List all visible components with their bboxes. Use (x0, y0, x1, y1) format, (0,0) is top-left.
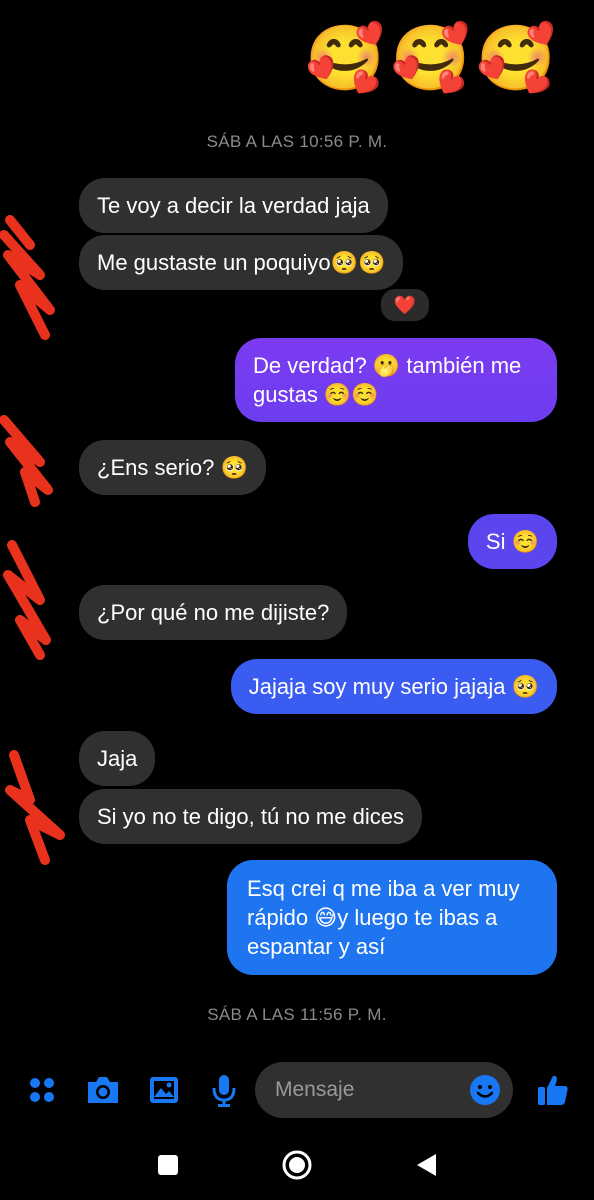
gallery-icon[interactable] (146, 1062, 182, 1118)
outgoing-message[interactable]: De verdad? 🫢 también me gustas ☺️☺️ (235, 338, 557, 422)
outgoing-message[interactable]: Si ☺️ (467, 514, 557, 569)
back-icon[interactable] (408, 1135, 444, 1195)
incoming-message[interactable]: Si yo no te digo, tú no me dices (79, 789, 422, 844)
camera-icon[interactable] (84, 1062, 122, 1118)
incoming-message[interactable]: Me gustaste un poquiyo🥺🥺 (79, 235, 404, 290)
redaction-scribble (3, 540, 51, 660)
incoming-message[interactable]: Jaja (79, 731, 156, 786)
redaction-scribble (0, 215, 55, 340)
smiling-face-hearts-emoji: 🥰 (476, 22, 556, 94)
incoming-message[interactable]: ¿Ens serio? 🥺 (79, 440, 266, 495)
emoji-icon[interactable] (469, 1074, 501, 1111)
incoming-message[interactable]: Te voy a decir la verdad jaja (79, 178, 388, 233)
smiling-face-hearts-emoji: 🥰 (304, 22, 385, 94)
incoming-message[interactable]: ¿Por qué no me dijiste? (79, 585, 348, 640)
menu-dots-icon[interactable] (26, 1062, 58, 1118)
home-icon[interactable] (277, 1135, 317, 1195)
recents-icon[interactable] (150, 1135, 186, 1195)
microphone-icon[interactable] (208, 1062, 240, 1118)
outgoing-message[interactable]: Esq crei q me iba a ver muy rápido 😅y lu… (227, 860, 557, 975)
heart-reaction[interactable]: ❤️ (379, 287, 431, 323)
redaction-scribble (5, 750, 65, 865)
redaction-scribble (0, 415, 53, 507)
emoji-message[interactable]: 🥰 🥰 🥰 (305, 22, 556, 94)
outgoing-message[interactable]: Jajaja soy muy serio jajaja 🥺 (230, 659, 557, 714)
message-input-container[interactable] (255, 1062, 513, 1118)
message-input[interactable] (273, 1077, 467, 1103)
timestamp: SÁB A LAS 11:56 P. M. (207, 1005, 387, 1024)
smiling-face-hearts-emoji: 🥰 (390, 22, 471, 94)
timestamp: SÁB A LAS 10:56 P. M. (206, 132, 388, 151)
composer-bar (0, 1062, 594, 1118)
system-navigation-bar (0, 1135, 594, 1195)
thumbs-up-icon[interactable] (533, 1062, 573, 1118)
